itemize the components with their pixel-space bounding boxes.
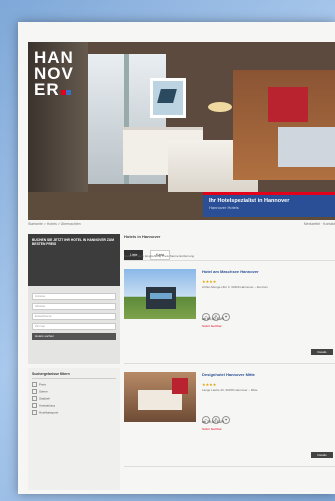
details-button[interactable]: Details [311,452,333,458]
arrival-field[interactable]: Anreise [32,293,116,300]
checkbox-icon[interactable] [32,389,37,394]
hotel-price: ab 79,00 EUR [202,420,224,424]
checkbox-icon[interactable] [32,396,37,401]
hotel-photo[interactable] [124,269,196,319]
hero-image: HAN NOV ER Ihr Hotelspezialist in Hannov… [28,42,335,220]
hero-sofa [278,127,335,167]
adults-field[interactable]: Erwachsene [32,313,116,320]
sidebar: BUCHEN SIE JETZT IHR HOTEL IN HANNOVER Z… [28,234,120,494]
filter-item-label: Preis [39,382,46,387]
checkbox-icon[interactable] [32,382,37,387]
booking-intro: BUCHEN SIE JETZT IHR HOTEL IN HANNOVER Z… [28,234,120,286]
hero-artwork [150,78,186,118]
filter-item[interactable]: Preis [32,382,116,387]
availability-note: Sofort buchbar [202,427,222,431]
logo-blue-dot [65,90,71,95]
filter-item[interactable]: Hotelkategorie [32,410,116,415]
filter-item-label: Hotelkategorie [39,410,59,415]
hotel-card: Designhotel Hannover Mitte ★★★★ Lange La… [124,368,335,467]
filter-panel: Suchergebnisse filtern Preis Sterne Stad… [28,368,120,490]
logo-line-3-text: ER [34,80,60,99]
filter-item-label: Stadtteil [39,396,50,401]
hero-red-panel [268,87,308,122]
hero-banner: Ihr Hotelspezialist in Hannover Hannover… [203,192,335,217]
star-rating: ★★★★ [202,382,217,387]
hotel-red-wall [172,378,188,394]
results-title: Hotels in Hannover [124,234,161,239]
star-rating: ★★★★ [202,279,217,284]
hotel-price: ab 89,00 EUR [202,317,224,321]
filter-item-label: Sterne [39,389,48,394]
departure-field[interactable]: Abreise [32,303,116,310]
hotel-address: Arthur-Menge-Ufer 3, 30169 Hannover – Ze… [202,285,268,289]
view-tabs: Liste Karte [124,243,335,260]
hannover-logo[interactable]: HAN NOV ER [34,49,74,99]
filter-title: Suchergebnisse filtern [32,372,116,379]
breadcrumb-left[interactable]: Startseite > Hotels > Übernachten [28,222,81,226]
breadcrumb: Startseite > Hotels > Übernachten Merkze… [28,222,335,230]
filter-item[interactable]: Stadtteil [32,396,116,401]
hotel-building [146,287,176,309]
filter-item[interactable]: Sterne [32,389,116,394]
hotel-card: Hotel am Maschsee Hannover ★★★★ Arthur-M… [124,265,335,364]
breadcrumb-right[interactable]: Merkzettel · Kontakt [304,222,335,226]
hotel-name[interactable]: Hotel am Maschsee Hannover [202,269,335,274]
webpage-screenshot: HAN NOV ER Ihr Hotelspezialist in Hannov… [18,22,335,494]
filter-item[interactable]: Ausstattung [32,403,116,408]
banner-title: Ihr Hotelspezialist in Hannover [209,198,290,204]
checkbox-icon[interactable] [32,403,37,408]
filter-item-label: Ausstattung [39,403,55,408]
hotel-photo[interactable] [124,372,196,422]
banner-subtitle: Hannover Hotels [209,205,239,210]
results-list: Hotels in Hannover Liste Karte Sortieren… [124,234,335,494]
booking-intro-text: BUCHEN SIE JETZT IHR HOTEL IN HANNOVER Z… [32,238,114,247]
checkbox-icon[interactable] [32,410,37,415]
hotel-address: Lange Laube 20, 30159 Hannover – Mitte [202,388,258,392]
details-button[interactable]: Details [311,349,333,355]
booking-form: Anreise Abreise Erwachsene Zimmer Hotels… [28,286,120,364]
hero-lamp [208,102,232,112]
logo-line-3: ER [34,80,74,99]
rooms-field[interactable]: Zimmer [32,323,116,330]
hotel-name[interactable]: Designhotel Hannover Mitte [202,372,335,377]
search-hotels-button[interactable]: Hotels suchen [32,333,116,340]
availability-note: Sofort buchbar [202,324,222,328]
